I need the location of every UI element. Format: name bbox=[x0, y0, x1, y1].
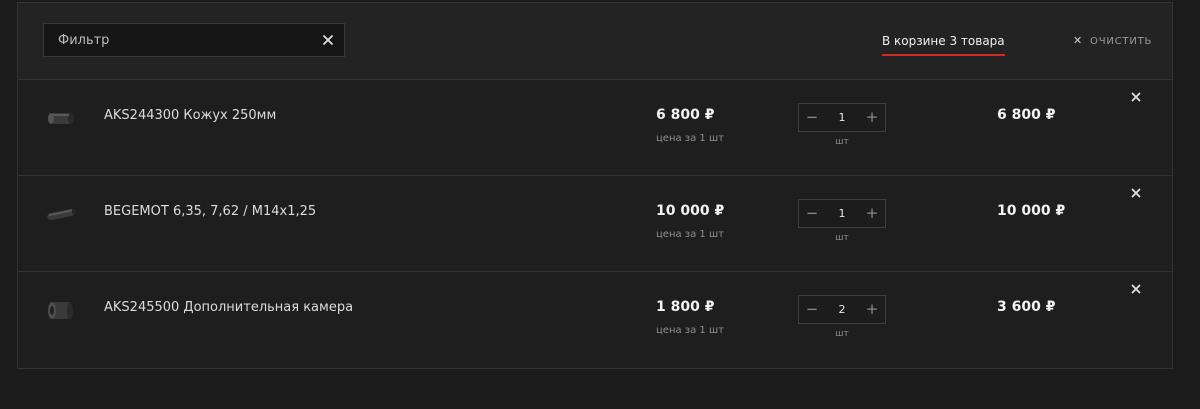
filter-clear-icon[interactable] bbox=[321, 32, 335, 46]
item-price: 1 800 ₽ bbox=[656, 299, 715, 315]
cart-header: В корзине 3 товара ✕ очистить bbox=[18, 3, 1172, 80]
item-name[interactable]: BEGEMOT 6,35, 7,62 / M14x1,25 bbox=[104, 204, 316, 219]
item-price: 10 000 ₽ bbox=[656, 203, 725, 219]
quantity-stepper: − 1 + bbox=[798, 199, 886, 228]
quantity-value[interactable]: 1 bbox=[825, 200, 859, 227]
quantity-stepper: − 1 + bbox=[798, 103, 886, 132]
quantity-stepper: − 2 + bbox=[798, 295, 886, 324]
item-price: 6 800 ₽ bbox=[656, 107, 715, 123]
chamber-icon bbox=[44, 296, 78, 324]
item-price-note: цена за 1 шт bbox=[656, 133, 724, 144]
cover-tube-icon bbox=[44, 104, 78, 132]
decrease-quantity-button[interactable]: − bbox=[799, 104, 825, 131]
decrease-quantity-button[interactable]: − bbox=[799, 200, 825, 227]
quantity-value[interactable]: 1 bbox=[825, 104, 859, 131]
increase-quantity-button[interactable]: + bbox=[859, 104, 885, 131]
item-price-note: цена за 1 шт bbox=[656, 229, 724, 240]
item-name[interactable]: AKS244300 Кожух 250мм bbox=[104, 108, 276, 123]
clear-cart-label: очистить bbox=[1090, 36, 1153, 47]
quantity-value[interactable]: 2 bbox=[825, 296, 859, 323]
close-icon: ✕ bbox=[1073, 34, 1084, 47]
item-total: 10 000 ₽ bbox=[997, 203, 1066, 219]
increase-quantity-button[interactable]: + bbox=[859, 296, 885, 323]
remove-item-icon[interactable] bbox=[1129, 89, 1143, 103]
remove-item-icon[interactable] bbox=[1129, 185, 1143, 199]
item-price-note: цена за 1 шт bbox=[656, 325, 724, 336]
remove-item-icon[interactable] bbox=[1129, 281, 1143, 295]
decrease-quantity-button[interactable]: − bbox=[799, 296, 825, 323]
item-name[interactable]: AKS245500 Дополнительная камера bbox=[104, 300, 353, 315]
cart-item-row: AKS244300 Кожух 250мм 6 800 ₽ цена за 1 … bbox=[18, 80, 1172, 176]
quantity-unit: шт bbox=[835, 137, 849, 147]
increase-quantity-button[interactable]: + bbox=[859, 200, 885, 227]
cart-panel: В корзине 3 товара ✕ очистить AKS244300 К… bbox=[17, 2, 1173, 369]
quantity-unit: шт bbox=[835, 233, 849, 243]
cart-count: В корзине 3 товара bbox=[882, 34, 1005, 56]
filter-input[interactable] bbox=[44, 24, 304, 56]
filter-box bbox=[43, 23, 345, 57]
suppressor-icon bbox=[44, 200, 78, 228]
item-total: 3 600 ₽ bbox=[997, 299, 1056, 315]
quantity-unit: шт bbox=[835, 329, 849, 339]
cart-item-row: AKS245500 Дополнительная камера 1 800 ₽ … bbox=[18, 272, 1172, 368]
clear-cart-button[interactable]: ✕ очистить bbox=[1073, 34, 1152, 47]
item-total: 6 800 ₽ bbox=[997, 107, 1056, 123]
cart-item-row: BEGEMOT 6,35, 7,62 / M14x1,25 10 000 ₽ ц… bbox=[18, 176, 1172, 272]
